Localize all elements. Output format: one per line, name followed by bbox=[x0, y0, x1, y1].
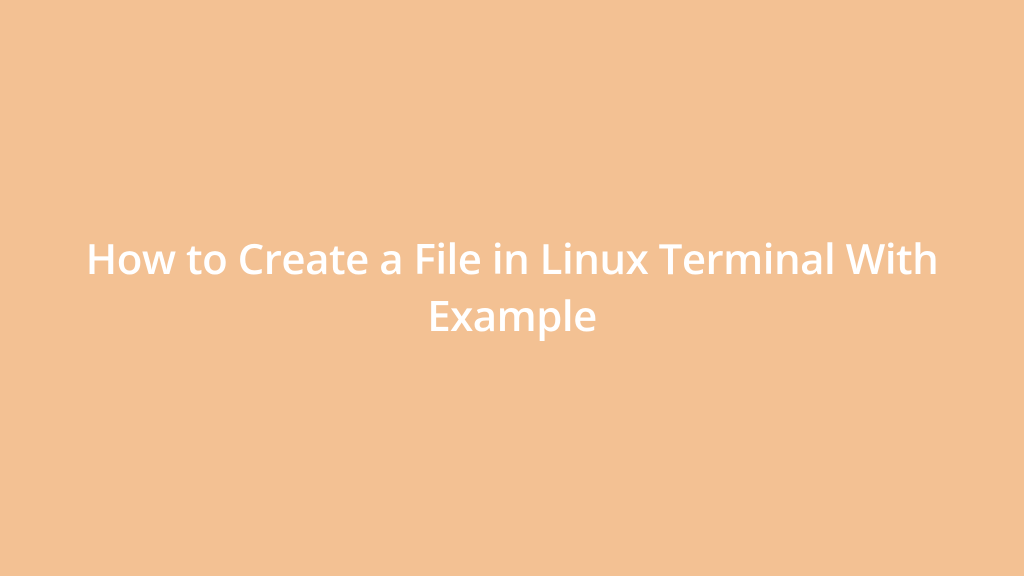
page-title: How to Create a File in Linux Terminal W… bbox=[0, 231, 1024, 344]
